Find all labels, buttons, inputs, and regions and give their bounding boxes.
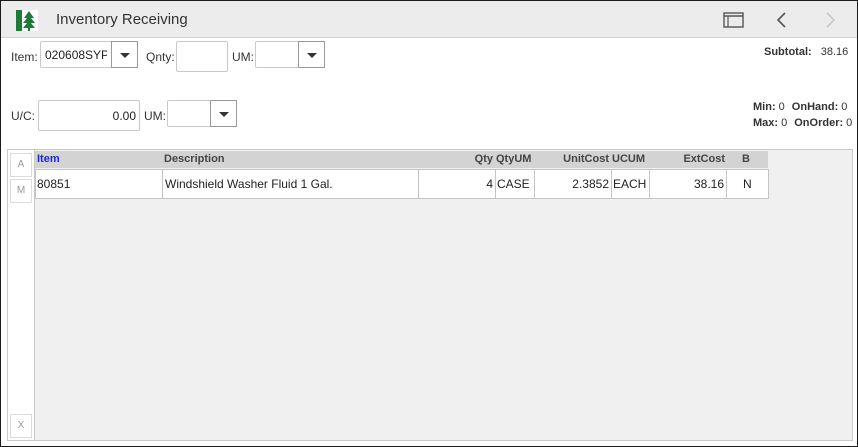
chevron-down-icon <box>306 52 317 58</box>
onorder-label: OnOrder: <box>794 117 844 129</box>
title-bar: Inventory Receiving <box>1 1 857 38</box>
qnty-label: Qnty: <box>146 50 175 64</box>
col-header-item[interactable]: Item <box>35 151 162 168</box>
delete-button[interactable]: X <box>10 414 32 438</box>
col-header-description[interactable]: Description <box>162 151 418 168</box>
app-logo-icon <box>16 10 38 31</box>
item-dropdown-button[interactable] <box>111 41 138 68</box>
min-value: 0 <box>778 101 785 113</box>
table-row-item[interactable]: 80851 <box>35 169 163 199</box>
subtotal: Subtotal: 38.16 <box>764 46 848 58</box>
table-row-extcost[interactable]: 38.16 <box>649 169 727 199</box>
col-header-qty[interactable]: Qty <box>418 151 495 168</box>
onhand-value: 0 <box>841 101 848 113</box>
max-label: Max: <box>753 117 779 129</box>
qnty-input[interactable] <box>176 41 228 72</box>
window-button[interactable] <box>719 7 749 33</box>
item-label: Item: <box>11 50 38 64</box>
modify-button[interactable]: M <box>10 179 32 203</box>
chevron-left-icon <box>776 12 786 28</box>
item-input[interactable] <box>40 41 112 68</box>
add-button[interactable]: A <box>10 153 32 177</box>
col-header-unitcost[interactable]: UnitCost <box>534 151 611 168</box>
table-row-description[interactable]: Windshield Washer Fluid 1 Gal. <box>162 169 419 199</box>
um2-dropdown-button[interactable] <box>210 100 237 127</box>
subtotal-label: Subtotal: <box>764 46 812 58</box>
chevron-right-icon <box>826 12 836 28</box>
col-header-ucum[interactable]: UCUM <box>611 151 649 168</box>
table-row-ucum[interactable]: EACH <box>611 169 650 199</box>
col-header-b[interactable]: B <box>726 151 768 168</box>
back-button[interactable] <box>767 7 797 33</box>
um-label: UM: <box>232 50 254 64</box>
uc-input[interactable] <box>38 100 140 131</box>
forward-button[interactable] <box>815 7 845 33</box>
max-value: 0 <box>781 117 788 129</box>
onhand-label: OnHand: <box>791 101 839 113</box>
max-onorder: Max: 0 OnOrder: 0 <box>753 117 852 129</box>
table-row-qtyum[interactable]: CASE <box>495 169 535 199</box>
app-window: Inventory Receiving Item: Qnty: UM: <box>0 0 858 447</box>
table-row-qty[interactable]: 4 <box>418 169 496 199</box>
col-header-extcost[interactable]: ExtCost <box>649 151 726 168</box>
col-header-qtyum[interactable]: QtyUM <box>495 151 534 168</box>
um-input[interactable] <box>255 41 299 68</box>
subtotal-value: 38.16 <box>820 46 849 58</box>
chevron-down-icon <box>119 52 130 58</box>
um2-input[interactable] <box>167 100 211 127</box>
min-onhand: Min: 0 OnHand: 0 <box>753 101 847 113</box>
um2-label: UM: <box>144 109 166 123</box>
table-row-unitcost[interactable]: 2.3852 <box>534 169 612 199</box>
grid-sidebar: A M X <box>7 149 35 441</box>
chevron-down-icon <box>218 111 229 117</box>
table-row-b[interactable]: N <box>726 169 769 199</box>
uc-label: U/C: <box>11 109 35 123</box>
um-dropdown-button[interactable] <box>298 41 325 68</box>
min-label: Min: <box>753 101 776 113</box>
app-title: Inventory Receiving <box>56 11 188 28</box>
onorder-value: 0 <box>846 117 853 129</box>
window-icon <box>723 12 744 28</box>
